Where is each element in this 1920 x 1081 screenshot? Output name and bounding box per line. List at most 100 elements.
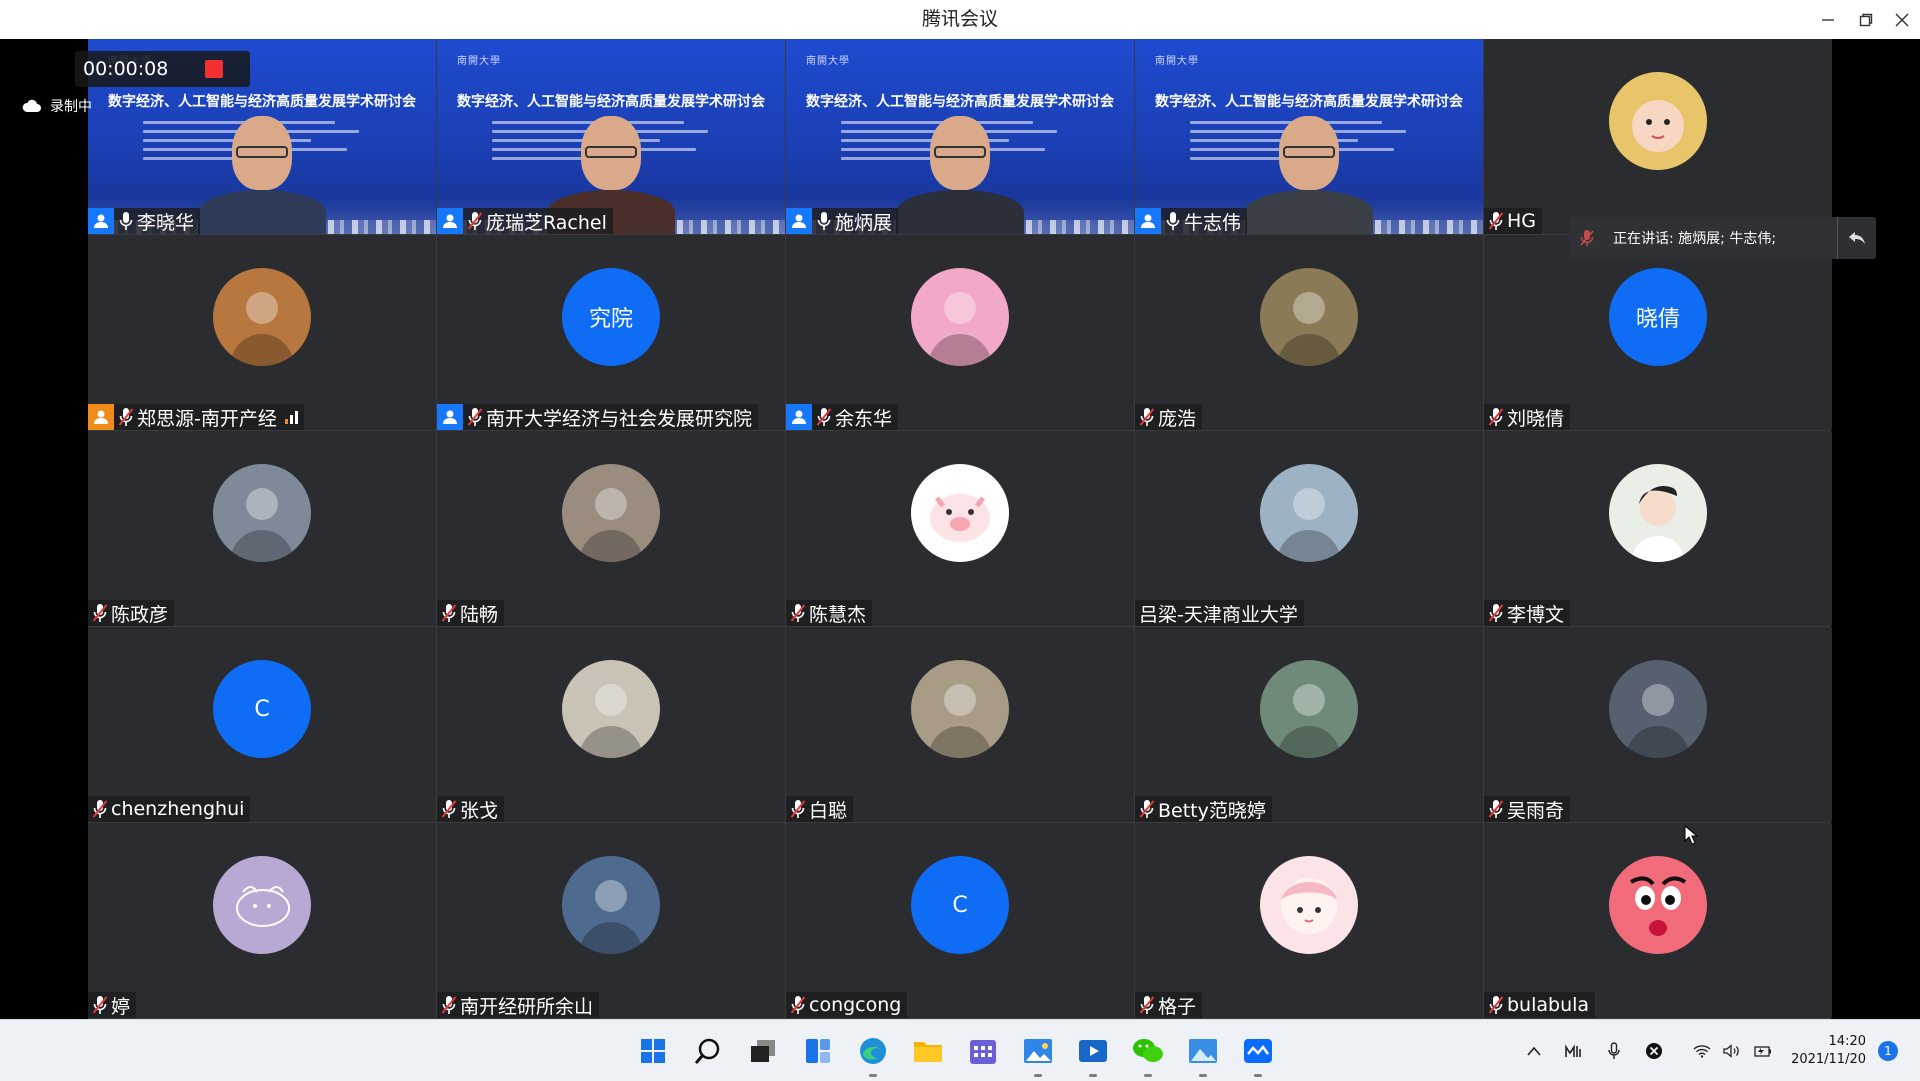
start-icon[interactable] — [636, 1034, 670, 1068]
participant-name: 格子 — [1158, 995, 1197, 1018]
avatar-initials: C — [911, 856, 1009, 954]
slide-title: 数字经济、人工智能与经济高质量发展学术研讨会 — [806, 94, 1114, 110]
participant-tile[interactable]: 南開大學 数字经济、人工智能与经济高质量发展学术研讨会 施炳展 — [786, 39, 1134, 234]
participant-tile[interactable]: Cchenzhenghui — [88, 627, 436, 822]
notification-badge[interactable]: 1 — [1878, 1040, 1898, 1061]
participant-name-label: 陈政彦 — [88, 600, 175, 626]
microphone-icon[interactable] — [1601, 1036, 1627, 1066]
participant-name: 吕梁-天津商业大学 — [1139, 603, 1298, 626]
stop-recording-button[interactable] — [205, 60, 223, 78]
microphone-muted-icon — [1487, 798, 1505, 820]
collapse-speaking-button[interactable] — [1837, 217, 1876, 259]
university-logo: 南開大學 — [1155, 56, 1199, 67]
participant-name-label: 余东华 — [786, 404, 899, 430]
microphone-muted-icon — [1487, 602, 1505, 624]
recording-status-label: 录制中 — [50, 99, 92, 115]
participant-name: 庞浩 — [1158, 407, 1197, 430]
participant-tile[interactable]: 庞浩 — [1135, 235, 1483, 430]
participant-tile[interactable]: 究院 南开大学经济与社会发展研究院 — [437, 235, 785, 430]
video-feed: 南開大學数字经济、人工智能与经济高质量发展学术研讨会 — [786, 39, 1134, 234]
participant-tile[interactable]: 婷 — [88, 823, 436, 1018]
volume-icon[interactable] — [1719, 1036, 1745, 1066]
media-player-icon[interactable] — [1076, 1034, 1110, 1077]
search-icon[interactable] — [691, 1034, 725, 1068]
edge-icon[interactable] — [856, 1034, 890, 1077]
participant-name: 吴雨奇 — [1507, 799, 1565, 822]
avatar-initials: C — [213, 660, 311, 758]
slide-title: 数字经济、人工智能与经济高质量发展学术研讨会 — [108, 94, 416, 110]
participant-tile[interactable]: bulabula — [1484, 823, 1832, 1018]
minimize-button[interactable] — [1810, 0, 1846, 39]
sunset-photo-avatar-icon — [562, 856, 660, 954]
clock-date: 2021/11/20 — [1791, 1051, 1866, 1067]
input-method-icon[interactable] — [1561, 1036, 1587, 1066]
participant-name: 牛志伟 — [1184, 211, 1242, 234]
participant-tile[interactable]: 晓倩 刘晓倩 — [1484, 235, 1832, 430]
participant-tile[interactable]: 吕梁-天津商业大学 — [1135, 431, 1483, 626]
participant-tile[interactable]: 格子 — [1135, 823, 1483, 1018]
close-button[interactable] — [1884, 0, 1920, 39]
participant-tile[interactable]: 陈慧杰 — [786, 431, 1134, 626]
participant-tile[interactable]: 余东华 — [786, 235, 1134, 430]
participant-name-label: 白聪 — [786, 796, 854, 822]
widgets-icon[interactable] — [801, 1034, 835, 1068]
participant-tile[interactable]: 张戈 — [437, 627, 785, 822]
participant-tile[interactable]: 南开经研所余山 — [437, 823, 785, 1018]
recording-elapsed: 00:00:08 — [83, 58, 169, 80]
lotus-photo-avatar-icon — [911, 268, 1009, 366]
task-view-icon[interactable] — [746, 1034, 780, 1068]
host-badge-icon — [88, 208, 114, 234]
participant-name: congcong — [809, 994, 902, 1016]
chevron-up-icon[interactable] — [1521, 1036, 1547, 1066]
host-badge-icon — [88, 404, 114, 430]
reply-arrow-icon — [1849, 232, 1865, 244]
lynx-photo-avatar-icon — [1260, 268, 1358, 366]
system-clock[interactable]: 14:20 2021/11/20 — [1791, 1033, 1866, 1069]
participant-tile[interactable]: 吴雨奇 — [1484, 627, 1832, 822]
speaking-text: 正在讲话: 施炳展; 牛志伟; — [1613, 231, 1777, 247]
clock-time: 14:20 — [1828, 1033, 1866, 1049]
participant-name: 郑思源-南开产经 — [137, 407, 277, 430]
microphone-muted-icon — [91, 994, 109, 1016]
wechat-icon[interactable] — [1131, 1034, 1165, 1077]
cloud-icon — [22, 99, 41, 112]
cartoon-pig-avatar-icon — [911, 464, 1009, 562]
participant-tile[interactable]: 陆畅 — [437, 431, 785, 626]
meeting-view: 00:00:08 录制中 南開大學数字经济、人工智能与经济高质量发展学术研讨会李… — [0, 39, 1920, 1019]
battery-icon[interactable] — [1749, 1036, 1775, 1066]
participant-tile[interactable]: 南開大學 数字经济、人工智能与经济高质量发展学术研讨会 牛志伟 — [1135, 39, 1483, 234]
participant-tile[interactable]: Betty范晓婷 — [1135, 627, 1483, 822]
cartoon-face-avatar-icon — [1609, 856, 1707, 954]
camo-soldier-photo-avatar-icon — [1260, 660, 1358, 758]
participant-name-label: 牛志伟 — [1135, 208, 1248, 234]
participant-tile[interactable]: Ccongcong — [786, 823, 1134, 1018]
calendar-app-icon[interactable] — [966, 1034, 1000, 1068]
wifi-icon[interactable] — [1689, 1036, 1715, 1066]
microphone-muted-icon — [1487, 210, 1505, 232]
slide-title: 数字经济、人工智能与经济高质量发展学术研讨会 — [457, 94, 765, 110]
file-explorer-icon[interactable] — [911, 1034, 945, 1068]
participant-name: 庞瑞芝Rachel — [486, 211, 607, 234]
participant-grid: 南開大學数字经济、人工智能与经济高质量发展学术研讨会李晓华 南開大學数字经济、人工… — [88, 39, 1832, 1019]
participant-name-label: 南开经研所余山 — [437, 992, 600, 1018]
participant-name: 张戈 — [460, 799, 499, 822]
participant-tile[interactable]: 李博文 — [1484, 431, 1832, 626]
restore-button[interactable] — [1848, 0, 1884, 39]
participant-tile[interactable]: 陈政彦 — [88, 431, 436, 626]
avatar-initials: 晓倩 — [1609, 268, 1707, 366]
title-bar: 腾讯会议 — [0, 0, 1920, 40]
blocked-app-icon[interactable] — [1641, 1036, 1667, 1066]
participant-tile[interactable]: HG — [1484, 39, 1832, 234]
image-viewer-icon[interactable] — [1186, 1034, 1220, 1077]
tencent-meeting-icon[interactable] — [1241, 1034, 1275, 1077]
participant-name: 余东华 — [835, 407, 893, 430]
participant-name-label: Betty范晓婷 — [1135, 796, 1272, 822]
microphone-muted-icon — [440, 602, 458, 624]
microphone-muted-icon — [815, 406, 833, 428]
microphone-muted-icon — [1487, 994, 1505, 1016]
participant-tile[interactable]: 南開大學 数字经济、人工智能与经济高质量发展学术研讨会 庞瑞芝Rachel — [437, 39, 785, 234]
participant-tile[interactable]: 白聪 — [786, 627, 1134, 822]
photos-icon[interactable] — [1021, 1034, 1055, 1077]
microphone-icon — [1164, 210, 1182, 232]
participant-tile[interactable]: 郑思源-南开产经 — [88, 235, 436, 430]
